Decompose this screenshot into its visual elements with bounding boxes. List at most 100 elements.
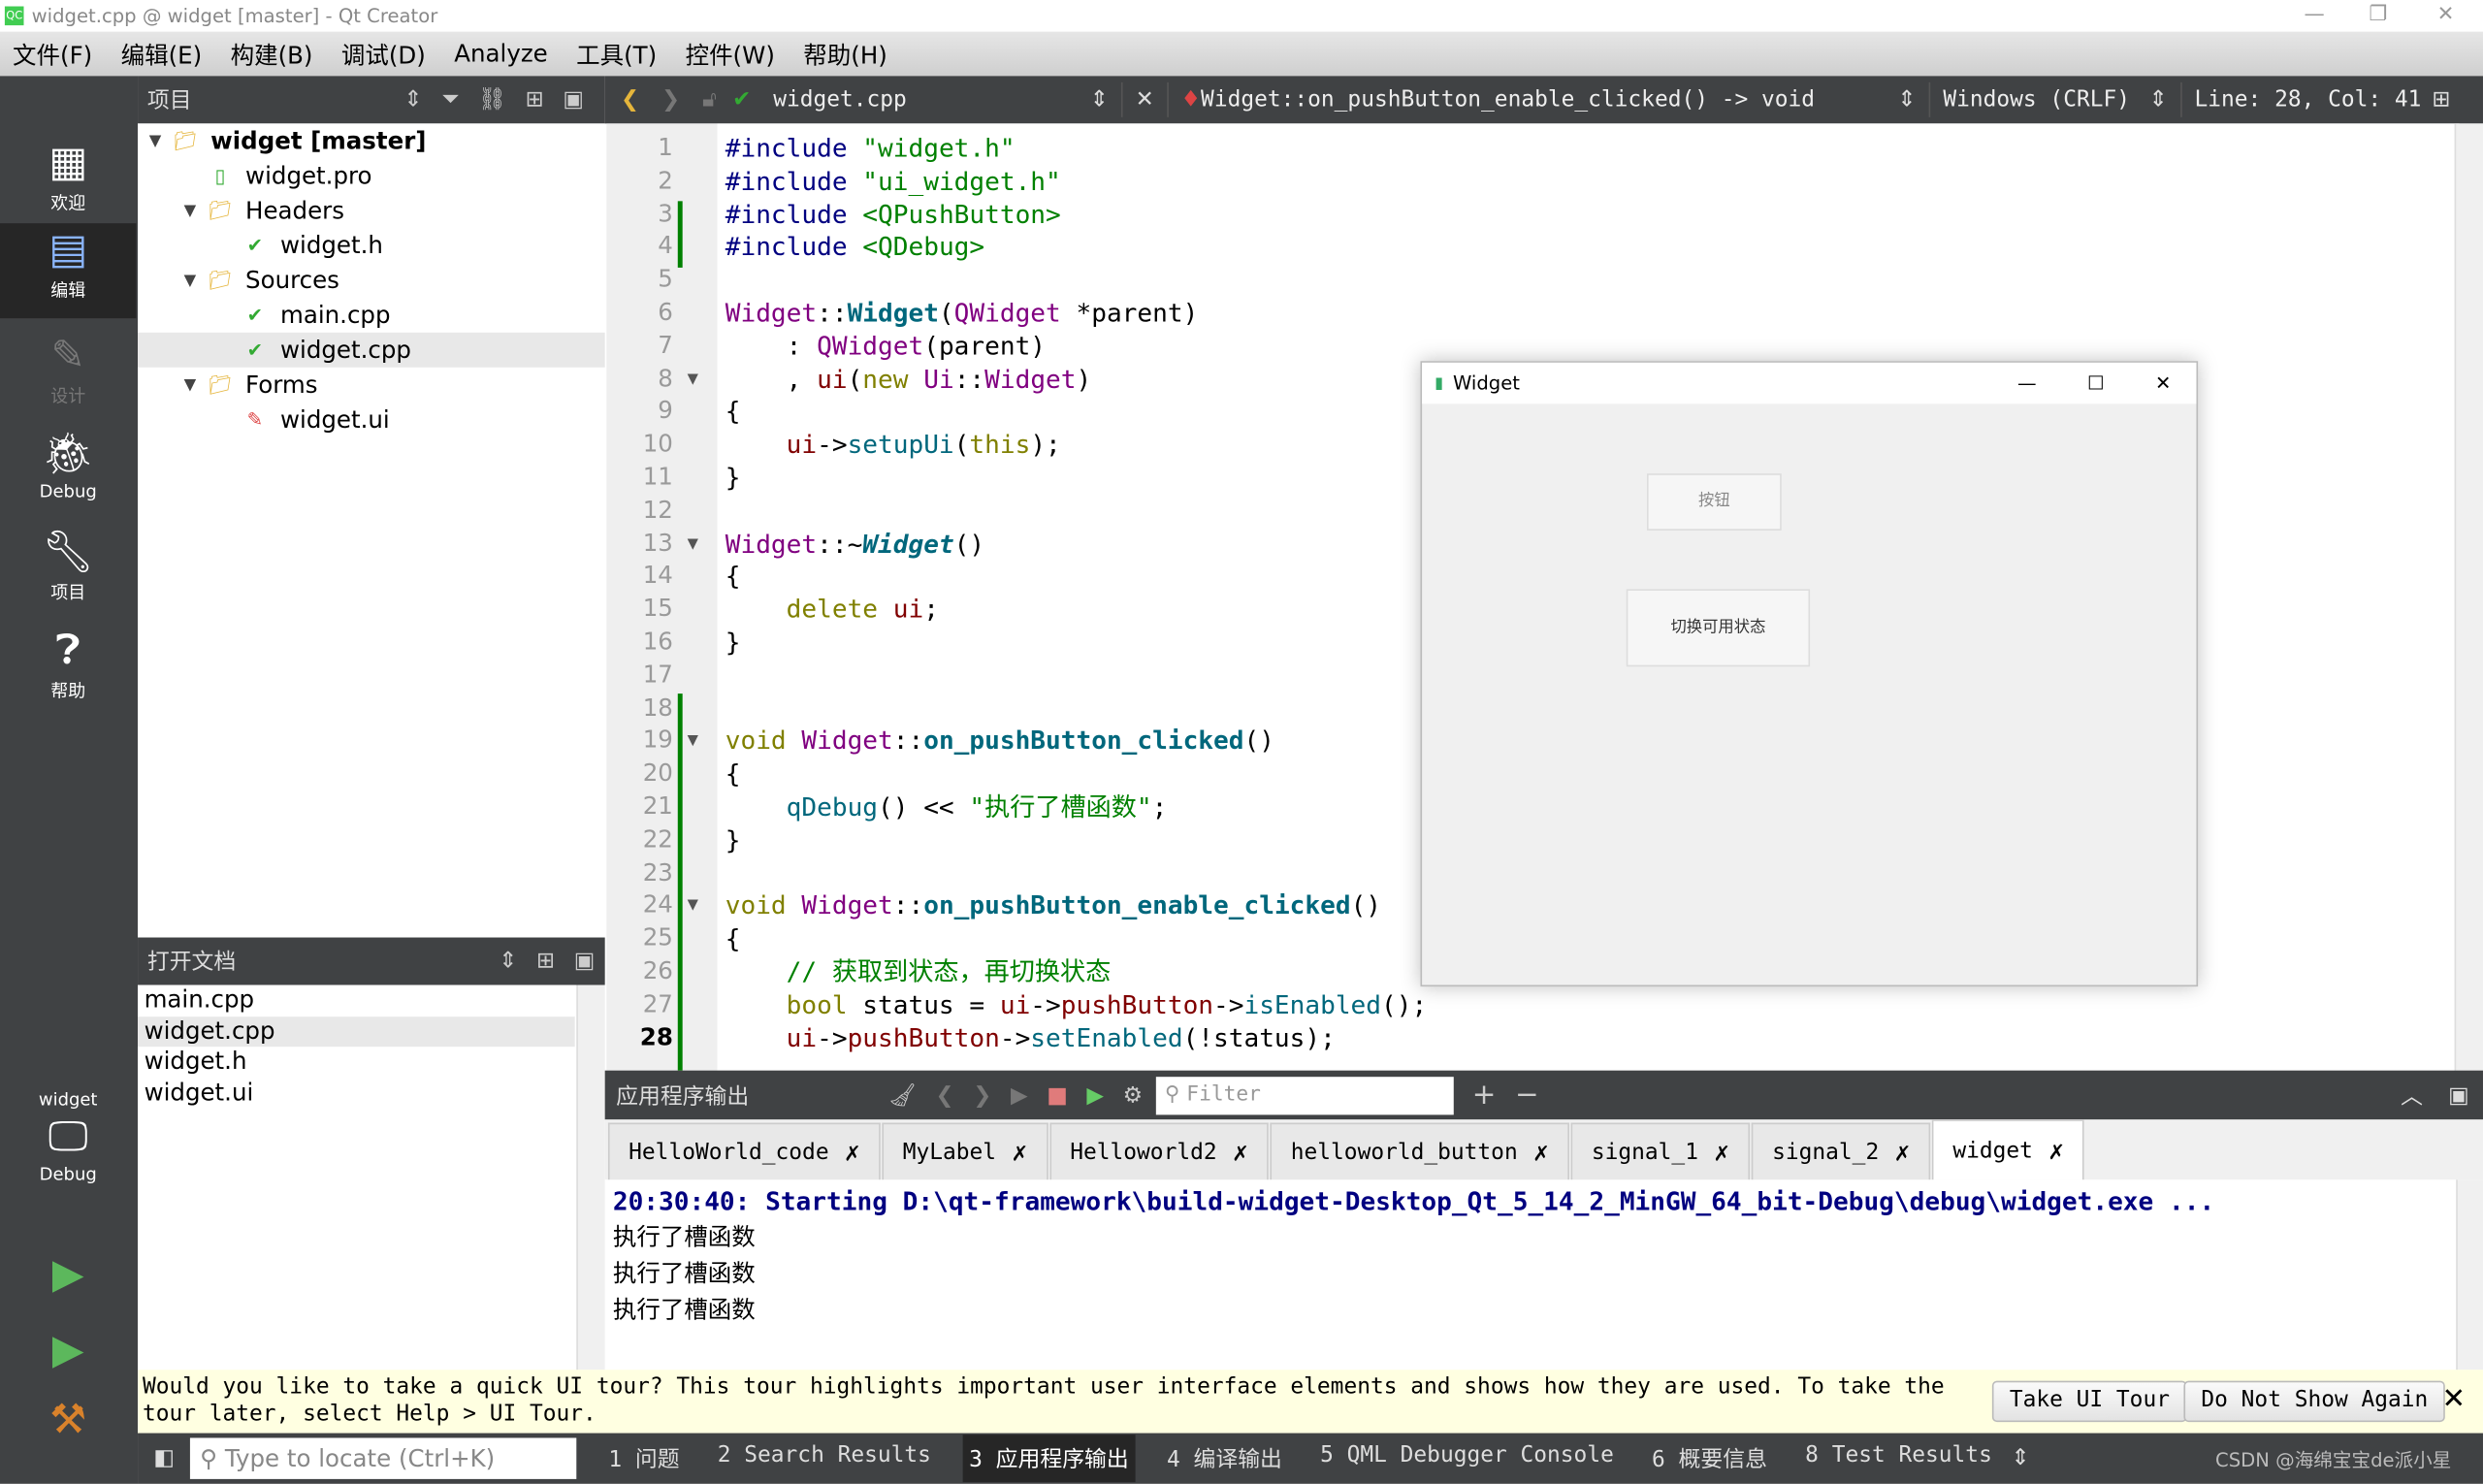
open-document-item[interactable]: widget.cpp: [138, 1016, 575, 1048]
output-pane-button[interactable]: 2 Search Results: [711, 1435, 937, 1482]
fold-arrow-icon[interactable]: ▼: [688, 371, 698, 387]
cursor-position[interactable]: Line: 28, Col: 41: [2194, 87, 2432, 113]
tree-item[interactable]: ▯ widget.pro: [138, 158, 605, 193]
symbol-selector[interactable]: Widget::on_pushButton_enable_clicked() -…: [1201, 87, 1897, 113]
minimize-button[interactable]: —: [2305, 3, 2325, 26]
take-ui-tour-button[interactable]: Take UI Tour: [1991, 1380, 2187, 1423]
fold-arrow-icon[interactable]: ▼: [688, 734, 698, 750]
tree-item[interactable]: ▼ 📁︎ Forms: [138, 368, 605, 403]
open-document-item[interactable]: widget.h: [138, 1047, 575, 1078]
filter-icon[interactable]: ⏷: [441, 87, 459, 113]
toggle-enable-button[interactable]: 切换可用状态: [1626, 589, 1811, 667]
output-pane-button[interactable]: 3 应用程序输出: [962, 1435, 1136, 1483]
close-tab-icon[interactable]: ✗: [1714, 1137, 1729, 1167]
zoom-in-icon[interactable]: +: [1472, 1079, 1497, 1112]
mode-edit[interactable]: ▤ 编辑: [0, 223, 137, 319]
maximize-pane-icon[interactable]: ︿: [2401, 1080, 2423, 1112]
close-tab-icon[interactable]: ✗: [1233, 1137, 1248, 1167]
updown-icon[interactable]: ⇕: [403, 87, 422, 113]
close-document-icon[interactable]: ✕: [1136, 87, 1154, 113]
line-ending-selector[interactable]: Windows (CRLF): [1943, 87, 2148, 113]
output-tab[interactable]: widget ✗: [1932, 1119, 2085, 1180]
link-icon[interactable]: ⛓: [478, 87, 506, 113]
menu-edit[interactable]: 编辑(E): [121, 37, 203, 70]
updown-icon[interactable]: ⇕: [1090, 87, 1109, 113]
minimize-button[interactable]: —: [2017, 372, 2037, 395]
scrollbar[interactable]: [576, 984, 605, 1371]
output-tab[interactable]: HelloWorld_code ✗: [607, 1122, 881, 1180]
settings-icon[interactable]: ⚙: [1123, 1082, 1144, 1108]
output-pane-button[interactable]: 6 概要信息: [1646, 1435, 1774, 1482]
open-document-item[interactable]: main.cpp: [138, 985, 575, 1016]
updown-icon[interactable]: ⇕: [1897, 87, 1916, 113]
mode-design[interactable]: ✎ 设计: [0, 330, 136, 422]
scrollbar[interactable]: [2454, 123, 2483, 1071]
menu-help[interactable]: 帮助(H): [803, 37, 887, 70]
output-pane-button[interactable]: 1 问题: [602, 1435, 686, 1482]
menu-tools[interactable]: 工具(T): [576, 37, 657, 70]
debug-icon[interactable]: ▶: [1086, 1082, 1104, 1108]
mode-help[interactable]: ❓︎ 帮助: [0, 624, 136, 716]
scrollbar[interactable]: [2456, 1179, 2483, 1371]
tree-item[interactable]: ▼ 📁︎ Sources: [138, 263, 605, 298]
tree-item[interactable]: ▼ 📁︎ widget [master]: [138, 123, 605, 158]
output-pane-button[interactable]: 5 QML Debugger Console: [1314, 1435, 1621, 1482]
menu-build[interactable]: 构建(B): [231, 37, 313, 70]
fold-arrow-icon[interactable]: ▼: [688, 898, 698, 914]
menu-analyze[interactable]: Analyze: [454, 40, 548, 68]
close-tab-icon[interactable]: ✗: [2048, 1136, 2064, 1166]
prev-icon[interactable]: ❮: [936, 1082, 954, 1108]
back-icon[interactable]: ❮: [621, 87, 639, 113]
next-icon[interactable]: ❯: [973, 1082, 991, 1108]
output-tab[interactable]: MyLabel ✗: [882, 1122, 1048, 1180]
open-documents-title[interactable]: 打开文档: [147, 946, 480, 978]
tree-item[interactable]: ✎ widget.ui: [138, 403, 605, 437]
maximize-button[interactable]: ☐: [2087, 372, 2105, 395]
restore-button[interactable]: ❐: [2369, 3, 2387, 26]
do-not-show-again-button[interactable]: Do Not Show Again: [2183, 1380, 2446, 1423]
expand-arrow-icon[interactable]: ▼: [173, 202, 208, 219]
close-tab-icon[interactable]: ✗: [1012, 1137, 1027, 1167]
tree-item[interactable]: ✔ widget.cpp: [138, 332, 605, 368]
close-pane-icon[interactable]: ▣: [563, 87, 584, 113]
split-icon[interactable]: ⊞: [526, 87, 544, 113]
output-tab[interactable]: signal_2 ✗: [1751, 1122, 1931, 1180]
updown-icon[interactable]: ⇕: [2011, 1446, 2029, 1471]
zoom-out-icon[interactable]: −: [1515, 1079, 1539, 1112]
close-pane-icon[interactable]: ▣: [2448, 1082, 2469, 1108]
fold-arrow-icon[interactable]: ▼: [688, 536, 698, 552]
close-tab-icon[interactable]: ✗: [1533, 1137, 1549, 1167]
tree-item[interactable]: ▼ 📁︎ Headers: [138, 193, 605, 228]
tree-item[interactable]: ✔ widget.h: [138, 228, 605, 263]
mode-debug[interactable]: 🐞︎ Debug: [0, 428, 136, 520]
split-icon[interactable]: ⊞: [536, 949, 555, 974]
close-pane-icon[interactable]: ▣: [574, 949, 596, 974]
updown-icon[interactable]: ⇕: [2149, 87, 2168, 113]
output-tab[interactable]: helloworld_button ✗: [1270, 1122, 1570, 1180]
lock-icon[interactable]: 🔓︎: [702, 87, 717, 113]
close-banner-icon[interactable]: ✕: [2442, 1382, 2467, 1415]
mode-projects[interactable]: 🔧︎ 项目: [0, 526, 136, 618]
file-selector[interactable]: widget.cpp: [773, 87, 1090, 113]
split-icon[interactable]: ⊞: [2432, 87, 2450, 113]
expand-arrow-icon[interactable]: ▼: [138, 132, 173, 149]
mode-welcome[interactable]: ▦ 欢迎: [0, 136, 136, 228]
stop-icon[interactable]: ■: [1047, 1082, 1068, 1108]
close-tab-icon[interactable]: ✗: [845, 1137, 860, 1167]
kit-selector[interactable]: widget 🖵 Debug: [0, 1089, 136, 1224]
output-pane-button[interactable]: 4 编译输出: [1160, 1435, 1288, 1482]
close-tab-icon[interactable]: ✗: [1895, 1137, 1911, 1167]
output-tab[interactable]: Helloworld2 ✗: [1049, 1122, 1269, 1180]
application-output[interactable]: 20:30:40: Starting D:\qt-framework\build…: [604, 1179, 2458, 1371]
open-document-item[interactable]: widget.ui: [138, 1078, 575, 1109]
close-button[interactable]: ✕: [2155, 372, 2171, 395]
rerun-icon[interactable]: ▶: [1011, 1082, 1028, 1108]
close-button[interactable]: ✕: [2437, 3, 2455, 26]
tree-item[interactable]: ✔ main.cpp: [138, 298, 605, 333]
menu-file[interactable]: 文件(F): [13, 37, 92, 70]
push-button-disabled[interactable]: 按钮: [1646, 473, 1782, 531]
forward-icon[interactable]: ❯: [661, 87, 680, 113]
toggle-sidebar-icon[interactable]: ◧: [153, 1446, 175, 1471]
expand-arrow-icon[interactable]: ▼: [173, 272, 208, 289]
menu-debug[interactable]: 调试(D): [341, 37, 426, 70]
